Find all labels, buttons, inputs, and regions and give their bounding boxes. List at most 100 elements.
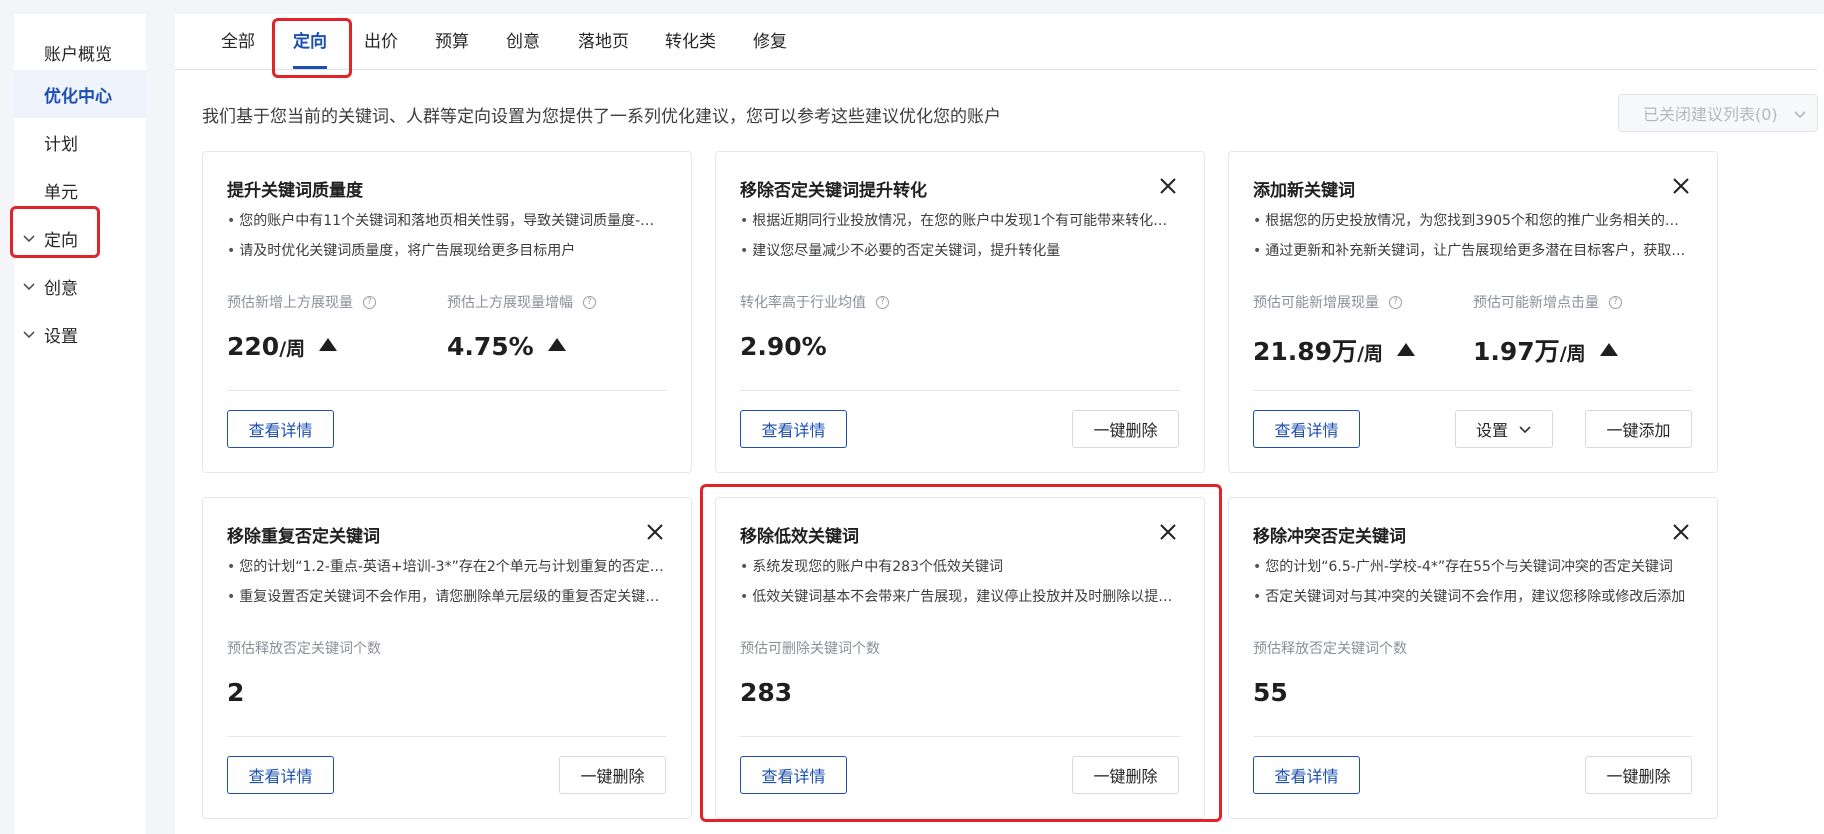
metric-unit: /周: [1357, 343, 1384, 365]
sidebar-item-unit[interactable]: 单元: [14, 166, 146, 214]
card-bullet: 重复设置否定关键词不会作用，请您删除单元层级的重复否定关键…: [227, 586, 667, 606]
settings-dropdown-button[interactable]: 设置: [1455, 410, 1553, 448]
arrow-up-icon: [319, 338, 338, 351]
metric-value: 283: [740, 678, 792, 707]
tab-repair[interactable]: 修复: [753, 14, 787, 70]
card-title: 移除冲突否定关键词: [1253, 527, 1406, 547]
close-icon[interactable]: [1158, 522, 1178, 542]
sidebar: 账户概览 优化中心 计划 单元 定向 创意 设置: [14, 14, 146, 834]
sidebar-item-label: 账户概览: [44, 44, 112, 65]
card-title: 移除低效关键词: [740, 527, 859, 547]
help-icon[interactable]: ?: [1609, 295, 1622, 309]
suggestion-card-remove-conflicting-negative-keywords: 移除冲突否定关键词 您的计划“6.5-广州-学校-4*”存在55个与关键词冲突的…: [1228, 497, 1718, 819]
card-bullet: 系统发现您的账户中有283个低效关键词: [740, 556, 1180, 576]
metric-label-text: 预估上方展现量增幅: [447, 295, 573, 311]
metric-number: 1.97万: [1473, 337, 1560, 366]
closed-suggestions-label: 已关闭建议列表(0): [1643, 105, 1778, 124]
help-icon[interactable]: ?: [1389, 295, 1402, 309]
closed-suggestions-dropdown[interactable]: 已关闭建议列表(0): [1618, 94, 1818, 132]
card-divider: [740, 736, 1180, 737]
suggestion-card-remove-duplicate-negative-keywords: 移除重复否定关键词 您的计划“1.2-重点-英语+培训-3*”存在2个单元与计划…: [202, 497, 692, 819]
close-icon[interactable]: [1671, 522, 1691, 542]
card-title: 提升关键词质量度: [227, 181, 363, 201]
sidebar-item-plan[interactable]: 计划: [14, 118, 146, 166]
card-bullet: 您的账户中有11个关键词和落地页相关性弱，导致关键词质量度-…: [227, 210, 667, 230]
card-bullet: 根据您的历史投放情况，为您找到3905个和您的推广业务相关的…: [1253, 210, 1693, 230]
metric-label-text: 预估新增上方展现量: [227, 295, 353, 311]
metric-label: 预估可删除关键词个数: [740, 638, 880, 658]
tab-bidding[interactable]: 出价: [364, 14, 398, 70]
metric-number: 2: [227, 678, 245, 707]
metric-number: 283: [740, 678, 793, 707]
view-details-button[interactable]: 查看详情: [740, 410, 847, 448]
sidebar-item-targeting[interactable]: 定向: [14, 214, 146, 262]
metric-number: 220: [227, 332, 280, 361]
card-divider: [1253, 736, 1693, 737]
arrow-up-icon: [547, 338, 566, 351]
metric-label-text: 预估可能新增点击量: [1473, 295, 1599, 311]
view-details-button[interactable]: 查看详情: [227, 410, 334, 448]
view-details-button[interactable]: 查看详情: [1253, 410, 1360, 448]
help-icon[interactable]: ?: [876, 295, 889, 309]
metric-value: 21.89万/周: [1253, 332, 1416, 368]
delete-all-button[interactable]: 一键删除: [559, 756, 666, 794]
help-icon[interactable]: ?: [583, 295, 596, 309]
metric-label-text: 预估释放否定关键词个数: [227, 641, 381, 657]
view-details-button[interactable]: 查看详情: [227, 756, 334, 794]
sidebar-item-label: 创意: [44, 278, 78, 299]
help-icon[interactable]: ?: [363, 295, 376, 309]
metric-value: 55: [1253, 678, 1288, 707]
card-bullet: 您的计划“1.2-重点-英语+培训-3*”存在2个单元与计划重复的否定…: [227, 556, 667, 576]
suggestion-card-improve-keyword-quality: 提升关键词质量度 您的账户中有11个关键词和落地页相关性弱，导致关键词质量度-……: [202, 151, 692, 473]
card-divider: [1253, 390, 1693, 391]
card-bullet: 低效关键词基本不会带来广告展现，建议停止投放并及时删除以提…: [740, 586, 1180, 606]
close-icon[interactable]: [645, 522, 665, 542]
settings-button-label: 设置: [1475, 421, 1508, 440]
card-divider: [227, 390, 667, 391]
card-bullet: 根据近期同行业投放情况，在您的账户中发现1个有可能带来转化…: [740, 210, 1180, 230]
sidebar-item-settings[interactable]: 设置: [14, 310, 146, 358]
metric-label: 预估可能新增点击量?: [1473, 292, 1622, 312]
sidebar-item-label: 单元: [44, 182, 78, 203]
card-bullet: 请及时优化关键词质量度，将广告展现给更多目标用户: [227, 240, 667, 260]
tab-landing-page[interactable]: 落地页: [578, 14, 629, 70]
tab-targeting[interactable]: 定向: [293, 14, 327, 70]
metric-number: 2.90%: [740, 332, 827, 361]
tab-creative[interactable]: 创意: [506, 14, 540, 70]
card-divider: [740, 390, 1180, 391]
suggestion-card-add-new-keywords: 添加新关键词 根据您的历史投放情况，为您找到3905个和您的推广业务相关的… 通…: [1228, 151, 1718, 473]
metric-label: 预估释放否定关键词个数: [227, 638, 381, 658]
card-title: 移除重复否定关键词: [227, 527, 380, 547]
card-bullet: 通过更新和补充新关键词，让广告展现给更多潜在目标客户，获取…: [1253, 240, 1693, 260]
metric-value: 2: [227, 678, 244, 707]
sidebar-item-label: 优化中心: [44, 86, 112, 107]
suggestion-card-remove-negative-keywords: 移除否定关键词提升转化 根据近期同行业投放情况，在您的账户中发现1个有可能带来转…: [715, 151, 1205, 473]
sidebar-item-creative[interactable]: 创意: [14, 262, 146, 310]
main-panel: 全部 定向 出价 预算 创意 落地页 转化类 修复 我们基于您当前的关键词、人群…: [175, 14, 1824, 834]
tab-all[interactable]: 全部: [221, 14, 255, 70]
card-title: 移除否定关键词提升转化: [740, 181, 927, 201]
chevron-down-icon: [1794, 111, 1806, 119]
sidebar-item-account-overview[interactable]: 账户概览: [14, 28, 146, 76]
delete-all-button[interactable]: 一键删除: [1585, 756, 1692, 794]
sidebar-item-optimization-center[interactable]: 优化中心: [14, 70, 146, 118]
card-bullet: 建议您尽量减少不必要的否定关键词，提升转化量: [740, 240, 1180, 260]
chevron-down-icon: [1519, 426, 1531, 434]
card-divider: [227, 736, 667, 737]
delete-all-button[interactable]: 一键删除: [1072, 410, 1179, 448]
tab-bar: 全部 定向 出价 预算 创意 落地页 转化类 修复: [175, 14, 1817, 70]
metric-unit: /周: [1559, 343, 1586, 365]
view-details-button[interactable]: 查看详情: [740, 756, 847, 794]
metric-value: 2.90%: [740, 332, 827, 361]
close-icon[interactable]: [1671, 176, 1691, 196]
tab-conversion[interactable]: 转化类: [665, 14, 716, 70]
card-title: 添加新关键词: [1253, 181, 1355, 201]
metric-value: 4.75%: [447, 332, 566, 361]
delete-all-button[interactable]: 一键删除: [1072, 756, 1179, 794]
close-icon[interactable]: [1158, 176, 1178, 196]
page-description: 我们基于您当前的关键词、人群等定向设置为您提供了一系列优化建议，您可以参考这些建…: [202, 107, 1001, 127]
add-all-button[interactable]: 一键添加: [1585, 410, 1692, 448]
metric-value: 220/周: [227, 332, 338, 361]
view-details-button[interactable]: 查看详情: [1253, 756, 1360, 794]
tab-budget[interactable]: 预算: [435, 14, 469, 70]
